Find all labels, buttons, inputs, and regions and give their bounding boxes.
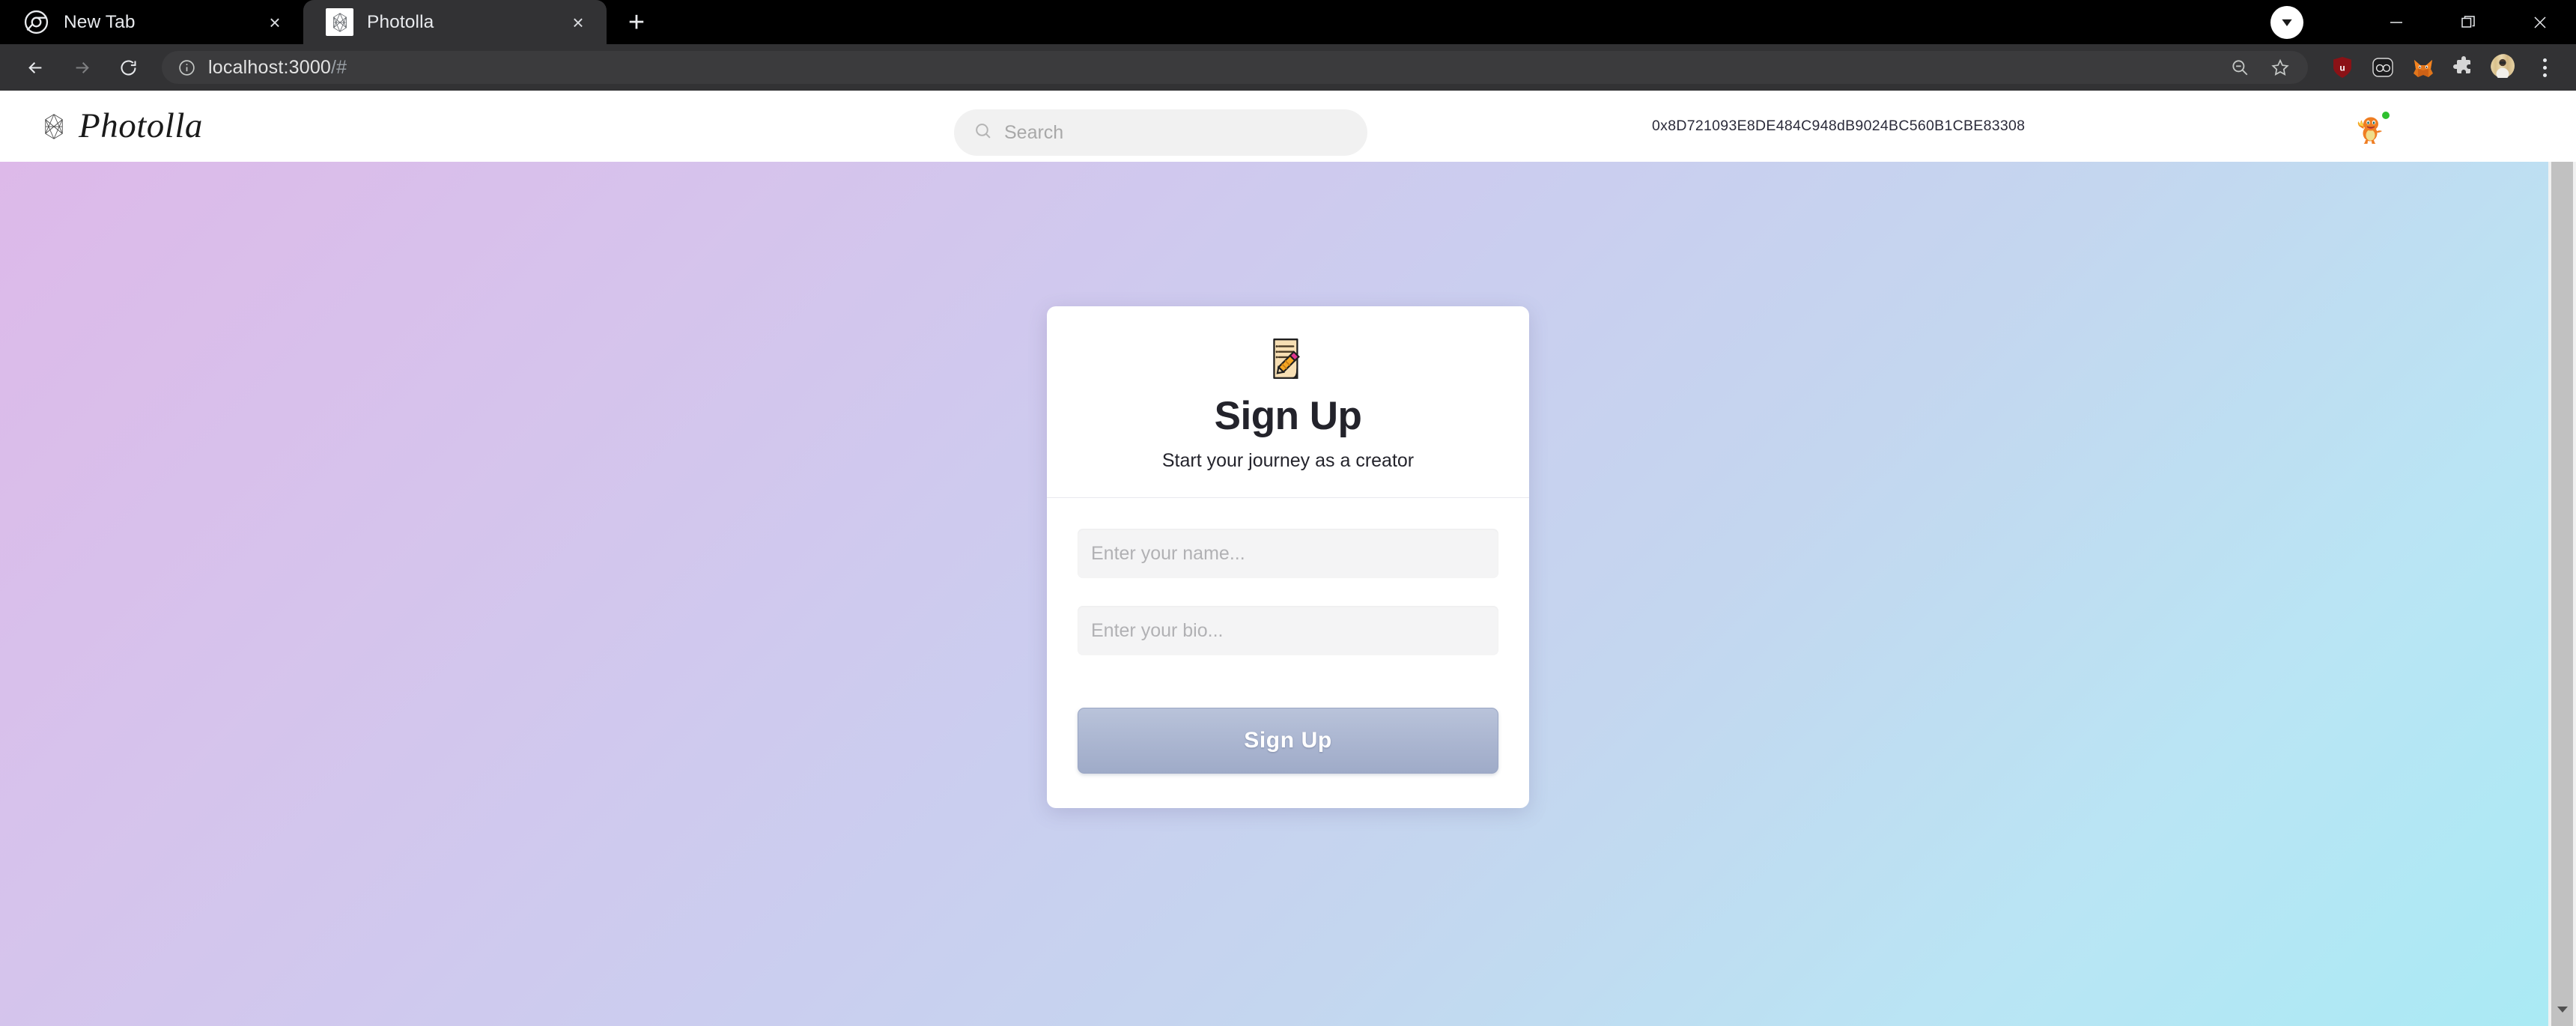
profile-avatar[interactable]	[2485, 48, 2524, 87]
three-dot-menu-icon[interactable]	[2525, 48, 2564, 87]
photolla-gem-icon	[326, 8, 353, 36]
card-footer: Sign Up	[1047, 655, 1529, 808]
extensions-puzzle-icon[interactable]	[2444, 48, 2483, 87]
forward-button[interactable]	[58, 44, 105, 91]
page-viewport: Photolla 0x8D721093E8DE484C948dB9024BC56…	[0, 91, 2576, 1026]
address-bar[interactable]: localhost:3000/#	[162, 51, 2308, 84]
tab-close-button[interactable]: ×	[260, 7, 290, 37]
search-bar[interactable]	[954, 109, 1367, 156]
chrome-logo-icon	[22, 8, 50, 36]
status-badge	[2382, 112, 2390, 119]
url-path: /#	[331, 56, 347, 78]
metamask-fox-icon[interactable]	[2404, 48, 2443, 87]
charmander-avatar[interactable]	[2351, 112, 2390, 148]
url-host: localhost:3000	[208, 56, 332, 78]
page-title: Sign Up	[1214, 394, 1362, 438]
signup-submit-button[interactable]: Sign Up	[1078, 708, 1498, 774]
window-controls	[2270, 0, 2576, 44]
tab-new-tab[interactable]: New Tab ×	[0, 0, 303, 44]
signup-form	[1047, 498, 1529, 656]
brand-logo[interactable]: Photolla	[39, 109, 203, 144]
back-button[interactable]	[12, 44, 58, 91]
tab-label: Photolla	[367, 11, 434, 32]
scrollbar-thumb[interactable]	[2551, 162, 2573, 1026]
search-container	[954, 109, 1367, 156]
browser-toolbar: localhost:3000/# u	[0, 44, 2576, 91]
memo-pencil-icon	[1047, 335, 1529, 392]
svg-text:u: u	[2339, 63, 2345, 73]
minimize-button[interactable]	[2360, 0, 2432, 44]
omnibox-actions	[2223, 50, 2297, 85]
photolla-gem-icon	[39, 112, 69, 142]
chevron-down-icon[interactable]	[2548, 999, 2576, 1020]
card-header: Sign Up Start your journey as a creator	[1047, 306, 1529, 497]
pocket-icon[interactable]	[2363, 48, 2402, 87]
search-icon	[973, 121, 992, 144]
browser-window: New Tab × Photolla × + localhost:3000/# …	[0, 0, 2576, 1026]
ublock-origin-icon[interactable]: u	[2323, 48, 2362, 87]
signup-card: Sign Up Start your journey as a creator …	[1047, 306, 1529, 809]
tab-strip: New Tab × Photolla × +	[0, 0, 2576, 44]
tab-label: New Tab	[64, 11, 136, 32]
card-subtitle: Start your journey as a creator	[1161, 450, 1415, 472]
wallet-address[interactable]: 0x8D721093E8DE484C948dB9024BC560B1CBE833…	[1652, 91, 2025, 162]
page-background: Sign Up Start your journey as a creator …	[0, 162, 2576, 1026]
close-window-button[interactable]	[2504, 0, 2576, 44]
tab-photolla[interactable]: Photolla ×	[303, 0, 607, 44]
download-caret-icon[interactable]	[2270, 5, 2303, 39]
page-scrollbar[interactable]	[2548, 162, 2576, 1026]
restore-button[interactable]	[2432, 0, 2504, 44]
url-text: localhost:3000/#	[208, 57, 347, 79]
new-tab-button[interactable]: +	[617, 3, 656, 42]
tab-close-button[interactable]: ×	[563, 7, 593, 37]
reload-button[interactable]	[105, 44, 151, 91]
brand-name: Photolla	[79, 106, 203, 145]
bio-field[interactable]	[1078, 606, 1498, 656]
site-header: Photolla 0x8D721093E8DE484C948dB9024BC56…	[0, 91, 2576, 162]
info-circle-icon[interactable]	[177, 58, 196, 77]
name-field[interactable]	[1078, 529, 1498, 579]
search-input[interactable]	[1004, 121, 1348, 144]
extension-icons: u	[2323, 48, 2564, 87]
zoom-out-icon[interactable]	[2223, 50, 2257, 85]
star-icon[interactable]	[2263, 50, 2297, 85]
